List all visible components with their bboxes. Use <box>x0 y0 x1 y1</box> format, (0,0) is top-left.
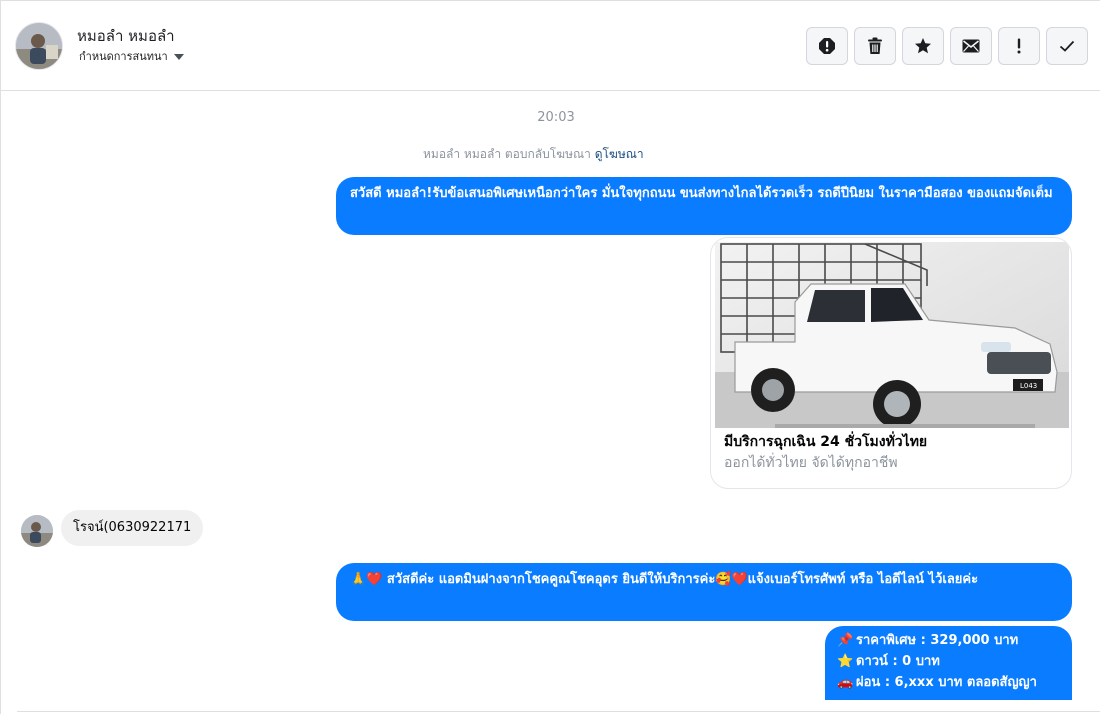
down-payment-line: ⭐ ดาวน์ : 0 บาท <box>837 651 1060 672</box>
outgoing-message[interactable]: 📌 ราคาพิเศษ : 329,000 บาท ⭐ ดาวน์ : 0 บาท … <box>825 626 1072 700</box>
composer-divider <box>17 711 1100 712</box>
installment-line: 🚗 ผ่อน : 6,xxx บาท ตลอดสัญญา <box>837 672 1060 693</box>
incoming-message[interactable]: โรจน์(0630922171 <box>61 510 204 546</box>
pushpin-icon: 📌 <box>837 633 854 648</box>
car-icon: 🚗 <box>837 675 854 690</box>
sender-avatar <box>21 515 53 547</box>
assign-conversation-dropdown[interactable]: กำหนดการสนทนา <box>79 47 184 65</box>
license-plate: L043 <box>1020 382 1037 390</box>
ad-card[interactable]: L043 มีบริการฉุกเฉิน 24 ชั่วโมงทั่วไทย อ… <box>710 237 1072 489</box>
view-ad-link[interactable]: ดูโฆษณา <box>595 147 644 161</box>
message-text: โรจน์(0630922171 <box>73 520 192 535</box>
mark-important-button[interactable] <box>998 27 1040 65</box>
ad-card-title: มีบริการฉุกเฉิน 24 ชั่วโมงทั่วไทย <box>724 434 928 450</box>
price-line: 📌 ราคาพิเศษ : 329,000 บาท <box>837 630 1060 651</box>
message-thread[interactable]: 20:03 หมอลำ หมอลำ ตอบกลับโฆษณา ดูโฆษณา ส… <box>1 92 1100 714</box>
star-emoji-icon: ⭐ <box>837 654 854 669</box>
ad-reply-text: หมอลำ หมอลำ ตอบกลับโฆษณา <box>423 147 591 161</box>
delete-button[interactable] <box>854 27 896 65</box>
envelope-icon <box>962 39 980 53</box>
message-timestamp: 20:03 <box>537 110 575 125</box>
check-icon <box>1059 40 1075 52</box>
conversation-header: หมอลำ หมอลำ กำหนดการสนทนา <box>1 1 1100 91</box>
mark-unread-button[interactable] <box>950 27 992 65</box>
mark-done-button[interactable] <box>1046 27 1088 65</box>
contact-avatar[interactable] <box>15 22 63 70</box>
message-text: 🙏❤️ สวัสดีค่ะ แอดมินฝางจากโชคคูณโชคอุดร … <box>350 572 979 587</box>
outgoing-message[interactable]: สวัสดี หมอลำ!รับข้อเสนอพิเศษเหนือกว่าใคร… <box>336 177 1072 235</box>
assign-conversation-label: กำหนดการสนทนา <box>79 50 168 63</box>
report-spam-button[interactable] <box>806 27 848 65</box>
exclamation-icon <box>1017 38 1021 54</box>
star-button[interactable] <box>902 27 944 65</box>
outgoing-message[interactable]: 🙏❤️ สวัสดีค่ะ แอดมินฝางจากโชคคูณโชคอุดร … <box>336 563 1072 621</box>
star-icon <box>915 38 931 54</box>
contact-name[interactable]: หมอลำ หมอลำ <box>77 24 175 48</box>
ad-reply-note: หมอลำ หมอลำ ตอบกลับโฆษณา ดูโฆษณา <box>423 145 644 164</box>
alert-circle-icon <box>819 38 835 54</box>
ad-image[interactable]: L043 <box>715 242 1069 428</box>
caret-down-icon <box>173 53 184 60</box>
conversation-panel: หมอลำ หมอลำ กำหนดการสนทนา 20:03 หมอลำ หม… <box>0 0 1100 714</box>
ad-card-subtitle: ออกได้ทั่วไทย จัดได้ทุกอาชีพ <box>724 455 898 471</box>
trash-icon <box>868 37 882 54</box>
message-text: สวัสดี หมอลำ!รับข้อเสนอพิเศษเหนือกว่าใคร… <box>350 186 1053 201</box>
